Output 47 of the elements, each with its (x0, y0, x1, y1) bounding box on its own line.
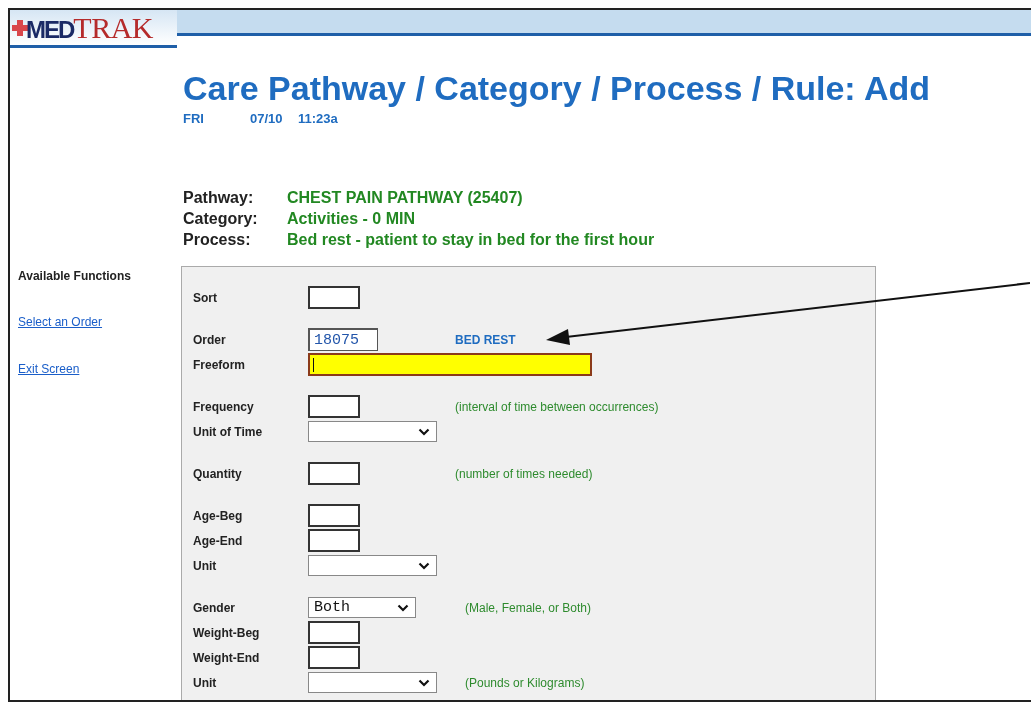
field-hint: (Pounds or Kilograms) (465, 675, 585, 690)
input-field[interactable] (308, 504, 360, 527)
field-label: Age-Beg (193, 508, 244, 523)
chevron-down-icon (397, 603, 409, 612)
sidebar-link[interactable]: Exit Screen (18, 362, 181, 409)
chevron-down-icon (418, 561, 430, 570)
date-text: 07/10 (250, 111, 284, 127)
field-label: Sort (193, 290, 218, 305)
sidebar-link[interactable]: Select an Order (18, 315, 181, 362)
page-title: Care Pathway / Category / Process / Rule: Add (183, 69, 931, 107)
cross-icon (12, 19, 28, 36)
field-label: Quantity (193, 466, 243, 481)
field-hint: (Male, Female, or Both) (465, 600, 592, 615)
field-label: Weight-End (193, 650, 261, 665)
input-field[interactable]: 18075 (308, 328, 378, 351)
input-field[interactable] (308, 462, 360, 485)
field-label: Freeform (193, 357, 246, 372)
field-hint: (number of times needed) (455, 466, 593, 481)
sidebar-heading: Available Functions (18, 269, 132, 285)
context-value: CHEST PAIN PATHWAY (25407) (287, 188, 523, 208)
time-text: 11:23a (298, 111, 338, 127)
field-label: Unit of Time (193, 424, 264, 439)
field-label: Weight-Beg (193, 625, 261, 640)
input-field[interactable] (308, 529, 360, 552)
order-name: BED REST (455, 332, 516, 347)
field-label: Age-End (193, 533, 244, 548)
input-field[interactable] (308, 646, 360, 669)
field-label: Unit (193, 675, 218, 690)
input-field[interactable] (308, 395, 360, 418)
logo: MEDTRAK (26, 10, 153, 45)
input-field[interactable] (308, 286, 360, 309)
context-label: Process: (183, 230, 252, 250)
context-value: Bed rest - patient to stay in bed for the first hour (287, 230, 655, 250)
context-value: Activities - 0 MIN (287, 209, 416, 229)
dropdown[interactable]: Both (308, 597, 416, 618)
field-hint: (interval of time between occurrences) (455, 399, 659, 414)
field-label: Gender (193, 600, 236, 615)
day-text: FRI (183, 111, 205, 127)
field-label: Unit (193, 558, 218, 573)
field-label: Order (193, 332, 227, 347)
input-field[interactable] (308, 353, 592, 376)
chevron-down-icon (418, 427, 430, 436)
field-label: Frequency (193, 399, 255, 414)
context-label: Pathway: (183, 188, 255, 208)
context-label: Category: (183, 209, 259, 229)
input-field[interactable] (308, 621, 360, 644)
chevron-down-icon (418, 678, 430, 687)
